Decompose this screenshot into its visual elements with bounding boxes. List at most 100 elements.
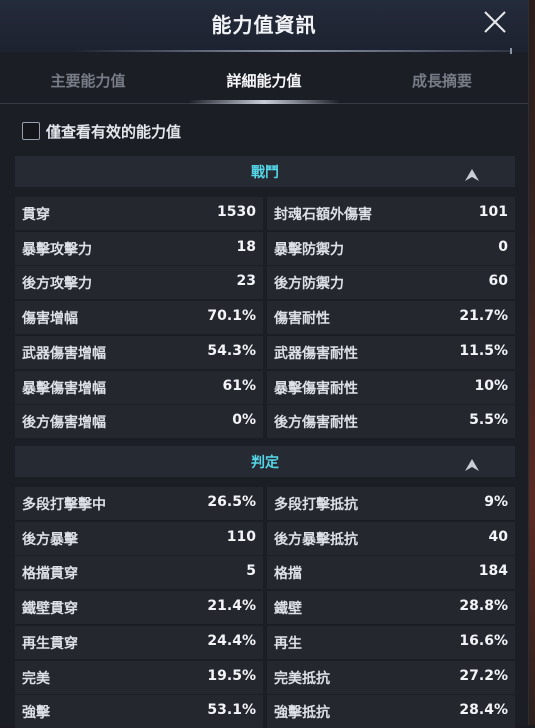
stat-cell: 後方暴擊 110 (15, 521, 263, 555)
stat-name: 傷害耐性 (274, 311, 330, 328)
stats-panel: 能力值資訊 主要能力值 詳細能力值 成長摘要 僅查看有效的能力值 戰鬥貫穿 153… (0, 0, 529, 728)
effective-only-label: 僅查看有效的能力值 (46, 123, 182, 141)
stat-name: 強擊抵抗 (274, 705, 330, 722)
stat-name: 傷害增幅 (22, 311, 78, 328)
stat-cell: 暴擊防禦力 0 (267, 231, 515, 265)
section-header[interactable]: 判定 (15, 446, 515, 477)
stat-value: 23 (236, 273, 256, 290)
collapse-arrow-icon[interactable] (465, 456, 479, 471)
stat-row: 再生貫穿 24.4% 再生 16.6% (15, 625, 515, 659)
stat-cell: 武器傷害增幅 54.3% (15, 335, 263, 369)
stat-value: 101 (478, 204, 508, 220)
stat-value: 28.4% (459, 702, 508, 719)
stat-cell: 暴擊傷害增幅 61% (15, 370, 263, 404)
stat-value: 61% (222, 377, 256, 394)
stat-value: 5 (246, 563, 256, 580)
stat-name: 後方暴擊 (22, 531, 78, 548)
stat-name: 暴擊傷害耐性 (274, 380, 358, 397)
stat-cell: 貫穿 1530 (15, 197, 263, 230)
stat-cell: 多段打擊擊中 26.5% (15, 487, 263, 520)
stat-name: 貫穿 (22, 207, 50, 223)
stat-row: 格擋貫穿 5 格擋 184 (15, 556, 515, 590)
stat-cell: 格擋貫穿 5 (15, 556, 263, 590)
stat-cell: 格擋 184 (267, 556, 515, 590)
panel-header: 能力值資訊 (0, 0, 528, 54)
panel-title: 能力值資訊 (211, 13, 317, 37)
stat-value: 11.5% (459, 342, 508, 359)
stat-cell: 鐵壁貫穿 21.4% (15, 591, 263, 625)
stat-name: 完美抵抗 (274, 670, 330, 687)
stat-value: 21.7% (459, 308, 508, 325)
stat-name: 鐵壁 (274, 601, 302, 618)
stat-value: 40 (488, 528, 508, 545)
stat-name: 完美 (22, 670, 50, 687)
stat-cell: 封魂石額外傷害 101 (267, 197, 515, 230)
stat-value: 0 (498, 238, 508, 255)
stat-value: 1530 (217, 204, 256, 220)
stat-name: 暴擊防禦力 (274, 241, 344, 258)
stat-name: 後方傷害增幅 (22, 415, 106, 432)
stat-name: 格擋貫穿 (22, 566, 78, 583)
stat-value: 9% (484, 494, 508, 510)
stat-name: 武器傷害耐性 (274, 345, 358, 362)
stat-name: 再生貫穿 (22, 635, 78, 652)
stat-row: 強擊 53.1% 強擊抵抗 28.4% (15, 695, 515, 728)
stat-cell: 後方暴擊抵抗 40 (267, 521, 515, 555)
stat-name: 多段打擊擊中 (22, 497, 106, 513)
stat-row: 後方暴擊 110 後方暴擊抵抗 40 (15, 521, 515, 555)
stat-value: 70.1% (207, 308, 256, 325)
stat-cell: 傷害增幅 70.1% (15, 301, 263, 335)
stat-cell: 暴擊傷害耐性 10% (267, 370, 515, 404)
stat-name: 後方傷害耐性 (274, 415, 358, 432)
stat-cell: 暴擊攻擊力 18 (15, 231, 263, 265)
tab-detailed-stats[interactable]: 詳細能力值 (194, 58, 334, 104)
section-header[interactable]: 戰鬥 (15, 156, 515, 187)
stat-value: 54.3% (207, 342, 256, 359)
stat-row: 後方傷害增幅 0% 後方傷害耐性 5.5% (15, 405, 515, 439)
stat-value: 10% (474, 377, 508, 394)
stat-cell: 強擊抵抗 28.4% (267, 695, 515, 728)
tab-growth-summary[interactable]: 成長摘要 (372, 58, 512, 104)
stat-value: 184 (478, 563, 508, 580)
stat-row: 暴擊傷害增幅 61% 暴擊傷害耐性 10% (15, 370, 515, 404)
stat-value: 19.5% (207, 667, 256, 684)
stat-cell: 完美抵抗 27.2% (267, 660, 515, 694)
stat-row: 貫穿 1530 封魂石額外傷害 101 (15, 197, 515, 230)
stat-value: 18 (236, 238, 256, 255)
stat-value: 27.2% (459, 667, 508, 684)
active-tab-indicator (188, 100, 340, 104)
stat-name: 暴擊攻擊力 (22, 241, 92, 258)
close-icon[interactable] (482, 9, 508, 35)
stat-value: 110 (226, 528, 256, 545)
stat-cell: 完美 19.5% (15, 660, 263, 694)
collapse-arrow-icon[interactable] (465, 166, 479, 181)
stat-row: 武器傷害增幅 54.3% 武器傷害耐性 11.5% (15, 335, 515, 369)
background-edge (528, 0, 535, 725)
stat-name: 多段打擊抵抗 (274, 497, 358, 513)
tab-main-stats[interactable]: 主要能力值 (18, 58, 158, 104)
stat-row: 多段打擊擊中 26.5% 多段打擊抵抗 9% (15, 487, 515, 520)
stat-value: 24.4% (207, 632, 256, 649)
stat-cell: 鐵壁 28.8% (267, 591, 515, 625)
stat-value: 26.5% (207, 494, 256, 510)
stat-cell: 後方防禦力 60 (267, 266, 515, 300)
stat-cell: 再生貫穿 24.4% (15, 625, 263, 659)
stat-name: 後方防禦力 (274, 276, 344, 293)
stat-value: 16.6% (459, 632, 508, 649)
stat-row: 後方攻擊力 23 後方防禦力 60 (15, 266, 515, 300)
section-title: 戰鬥 (251, 165, 279, 181)
tab-bar: 主要能力值 詳細能力值 成長摘要 (0, 58, 528, 104)
stat-value: 53.1% (207, 702, 256, 719)
section-title: 判定 (251, 455, 279, 471)
header-divider (70, 48, 512, 54)
stat-cell: 強擊 53.1% (15, 695, 263, 728)
stat-name: 後方暴擊抵抗 (274, 531, 358, 548)
stat-name: 武器傷害增幅 (22, 345, 106, 362)
stat-row: 鐵壁貫穿 21.4% 鐵壁 28.8% (15, 591, 515, 625)
stat-value: 28.8% (459, 598, 508, 615)
stat-cell: 後方傷害耐性 5.5% (267, 405, 515, 439)
stat-cell: 後方攻擊力 23 (15, 266, 263, 300)
stat-cell: 再生 16.6% (267, 625, 515, 659)
effective-only-checkbox[interactable] (22, 122, 40, 140)
stat-cell: 多段打擊抵抗 9% (267, 487, 515, 520)
